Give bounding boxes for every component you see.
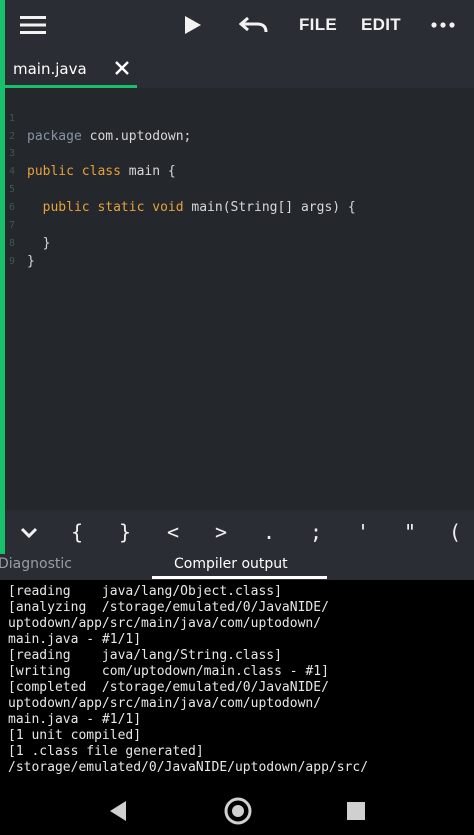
code-line: 8 } <box>5 217 474 269</box>
app-window: FILE EDIT main.java 1 package com.uptodo… <box>0 0 474 835</box>
output-line: [writing com/uptodown/main.class - #1] <box>8 664 329 679</box>
back-triangle-icon[interactable] <box>108 800 128 826</box>
symbol-key-bar: { } < > . ; ' " ( <box>5 510 474 554</box>
output-line: uptodown/app/src/main/java/com/uptodown/ <box>8 616 322 631</box>
toolbar: FILE EDIT <box>5 0 474 50</box>
symbol-key[interactable]: ' <box>351 520 375 544</box>
symbol-key[interactable]: } <box>113 520 137 544</box>
output-line: [1 .class file generated] <box>8 744 204 759</box>
compiler-output-console[interactable]: [reading java/lang/Object.class] [analyz… <box>0 580 474 785</box>
code-line: 5 public static void main(String[] args)… <box>5 163 474 215</box>
tab-diagnostic[interactable]: Diagnostic <box>0 556 72 572</box>
more-horizontal-icon[interactable] <box>429 14 457 36</box>
symbol-key[interactable]: > <box>209 520 233 544</box>
output-line: /storage/emulated/0/JavaNIDE/uptodown/ap… <box>8 760 369 775</box>
output-line: [1 unit compiled] <box>8 728 142 743</box>
chevron-down-icon[interactable] <box>17 521 41 545</box>
code-line: 6 <box>5 181 474 213</box>
tab-label: main.java <box>13 60 87 78</box>
hamburger-menu-icon[interactable] <box>19 12 47 38</box>
code-line: 3 public class main { <box>5 127 474 179</box>
code-line: 4 <box>5 145 474 177</box>
edit-menu-button[interactable]: EDIT <box>360 14 402 36</box>
symbol-key[interactable]: < <box>161 520 185 544</box>
symbol-key[interactable]: ; <box>304 520 328 544</box>
file-menu-button[interactable]: FILE <box>297 14 339 36</box>
code-editor[interactable]: 1 package com.uptodown; 2 3 public class… <box>5 88 474 510</box>
panel-tab-bar: Diagnostic Compiler output <box>0 554 474 580</box>
close-icon[interactable] <box>111 56 133 80</box>
home-circle-icon[interactable] <box>224 797 252 829</box>
output-line: main.java - #1/1] <box>8 632 142 647</box>
output-line: main.java - #1/1] <box>8 712 142 727</box>
code-line: 7 } <box>5 199 474 251</box>
symbol-key[interactable]: " <box>398 520 422 544</box>
output-line: [reading java/lang/String.class] <box>8 648 282 663</box>
code-line: 2 <box>5 110 474 142</box>
symbol-key[interactable]: { <box>65 520 89 544</box>
output-line: [analyzing /storage/emulated/0/JavaNIDE/ <box>8 600 329 615</box>
symbol-key[interactable]: ( <box>443 520 467 544</box>
file-tab-bar: main.java <box>5 50 474 88</box>
output-line: [completed /storage/emulated/0/JavaNIDE/ <box>8 680 329 695</box>
symbol-key[interactable]: . <box>257 520 281 544</box>
undo-icon[interactable] <box>237 12 271 38</box>
recents-square-icon[interactable] <box>346 801 366 825</box>
line-number: 9 <box>8 256 16 267</box>
code-line: 1 package com.uptodown; <box>5 92 474 144</box>
output-line: uptodown/app/src/main/java/com/uptodown/ <box>8 696 322 711</box>
tab-main-java[interactable]: main.java <box>5 50 137 88</box>
system-nav-bar <box>0 785 474 835</box>
active-panel-tab-indicator <box>152 576 327 579</box>
tab-compiler-output[interactable]: Compiler output <box>174 556 288 572</box>
play-icon[interactable] <box>181 13 205 37</box>
code-line: 9 <box>5 235 474 267</box>
output-line: [reading java/lang/Object.class] <box>8 584 282 599</box>
